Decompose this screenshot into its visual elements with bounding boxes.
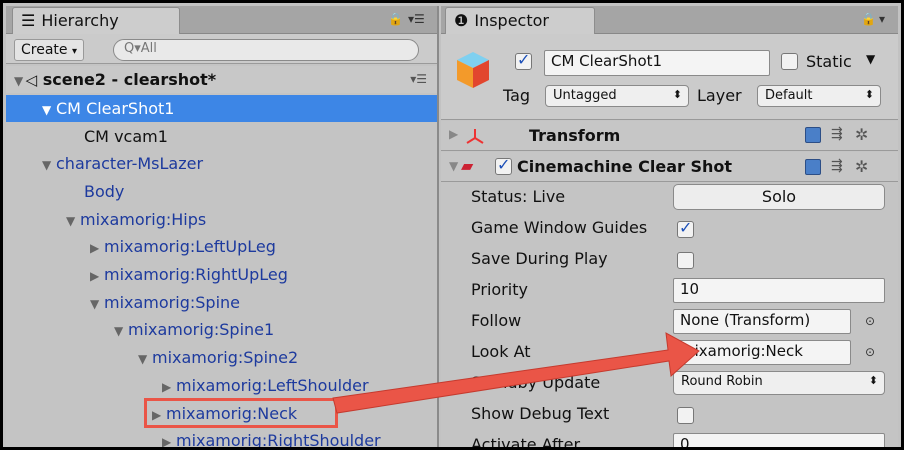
look-at-field[interactable]: mixamorig:Neck [673,340,851,365]
help-book-icon[interactable] [805,127,821,143]
static-dropdown-icon[interactable]: ▼ [866,52,875,66]
inspector-tabbar: ❶ Inspector 🔒 ▾ [441,6,898,34]
tag-label: Tag [503,86,531,105]
preset-sliders-icon[interactable]: ⇶ [831,158,843,174]
layer-dropdown[interactable]: Default ⬍ [757,85,881,107]
hierarchy-toolbar: Create ▾ Q▾All [6,34,437,64]
transform-axes-icon [466,129,484,144]
object-header: CM ClearShot1 Static ▼ Tag Untagged⬍ Lay… [441,34,898,120]
panel-menu-icon[interactable]: ▾☰ [408,12,425,26]
priority-label: Priority [471,280,528,299]
collapsed-arrow-icon[interactable]: ▶ [162,429,176,447]
component-enabled-checkbox[interactable] [495,155,512,175]
chevron-down-icon: ▾ [71,46,78,57]
priority-field[interactable]: 10 [673,278,885,303]
save-during-play-label: Save During Play [471,249,608,268]
camera-script-icon: ▰ [461,156,474,175]
solo-button[interactable]: Solo [673,184,885,210]
scene-row[interactable]: ▼ ◁ scene2 - clearshot* ▾☰ [6,66,437,93]
help-book-icon[interactable] [805,159,821,175]
object-picker-icon[interactable]: ⊙ [865,345,875,359]
clearshot-title: Cinemachine Clear Shot [517,157,732,176]
expand-arrow-icon[interactable]: ▼ [42,97,56,124]
expand-arrow-icon[interactable]: ▼ [449,159,458,173]
gameobject-cube-icon [457,52,489,88]
standby-update-label: Standby Update [471,373,601,392]
activate-after-label: Activate After [471,435,581,450]
highlight-box [144,398,338,428]
unity-scene-icon: ◁ [25,71,38,89]
collapsed-arrow-icon[interactable]: ▶ [90,263,104,290]
hierarchy-item-spine1[interactable]: ▼ mixamorig:Spine1 [6,316,437,343]
collapsed-arrow-icon[interactable]: ▶ [162,374,176,401]
object-name-field[interactable]: CM ClearShot1 [544,50,770,76]
hierarchy-item-cm-clearshot1[interactable]: ▼ CM ClearShot1 [6,95,437,122]
show-debug-text-checkbox[interactable] [677,407,694,424]
follow-label: Follow [471,311,522,330]
expand-arrow-icon[interactable]: ▼ [90,291,104,318]
layer-label: Layer [697,86,742,105]
hierarchy-item-rightupleg[interactable]: ▶ mixamorig:RightUpLeg [6,261,437,288]
dropdown-arrows-icon: ⬍ [672,88,682,101]
lock-icon[interactable]: 🔒 [388,12,403,26]
expand-arrow-icon[interactable]: ▼ [114,318,128,345]
hierarchy-item-cm-vcam1[interactable]: CM vcam1 [6,123,437,150]
expand-arrow-icon[interactable]: ▼ [66,208,80,235]
lock-icon[interactable]: 🔒 [861,12,876,26]
hierarchy-item-rightshoulder[interactable]: ▶ mixamorig:RightShoulder [6,427,437,447]
game-window-guides-checkbox[interactable] [677,218,694,238]
hierarchy-item-hips[interactable]: ▼ mixamorig:Hips [6,206,437,233]
transform-header[interactable]: ▶ Transform ⇶ ✲ [441,121,898,151]
gear-icon[interactable]: ✲ [855,157,868,176]
tab-hierarchy[interactable]: ☰ Hierarchy [12,7,180,34]
clearshot-header[interactable]: ▼ ▰ Cinemachine Clear Shot ⇶ ✲ [441,152,898,182]
list-icon: ☰ [21,11,36,30]
preset-sliders-icon[interactable]: ⇶ [831,126,843,142]
panel-menu-icon[interactable]: ▾ [879,12,885,26]
expand-arrow-icon[interactable]: ▼ [42,152,56,179]
editor-window: ☰ Hierarchy 🔒 ▾☰ Create ▾ Q▾All ▼ ◁ scene… [0,0,904,450]
hierarchy-item-body[interactable]: Body [6,178,437,205]
hierarchy-item-spine[interactable]: ▼ mixamorig:Spine [6,289,437,316]
static-checkbox[interactable] [781,53,798,70]
collapsed-arrow-icon[interactable]: ▶ [449,127,458,141]
follow-field[interactable]: None (Transform) [673,309,851,334]
collapsed-arrow-icon[interactable]: ▶ [90,235,104,262]
hierarchy-item-character[interactable]: ▼ character-MsLazer [6,150,437,177]
expand-arrow-icon[interactable]: ▼ [138,346,152,373]
hierarchy-search-input[interactable]: Q▾All [113,39,419,61]
dropdown-arrows-icon: ⬍ [864,88,874,101]
hierarchy-tabbar: ☰ Hierarchy 🔒 ▾☰ [6,6,437,34]
standby-update-dropdown[interactable]: Round Robin ⬍ [673,371,885,395]
gear-icon[interactable]: ✲ [855,125,868,144]
save-during-play-checkbox[interactable] [677,252,694,269]
tag-dropdown[interactable]: Untagged ⬍ [545,85,689,107]
hierarchy-item-leftshoulder[interactable]: ▶ mixamorig:LeftShoulder [6,372,437,399]
active-checkbox[interactable] [515,50,532,70]
tab-inspector[interactable]: ❶ Inspector [445,7,595,34]
hierarchy-item-spine2[interactable]: ▼ mixamorig:Spine2 [6,344,437,371]
status-label: Status: Live [471,187,566,206]
create-dropdown[interactable]: Create ▾ [14,39,85,61]
object-picker-icon[interactable]: ⊙ [865,314,875,328]
look-at-label: Look At [471,342,531,361]
inspector-panel: ❶Inspector 🔒 ▾ CM ClearShot1 Static ▼ Ta… [441,6,898,450]
expand-arrow-icon[interactable]: ▼ [6,68,23,95]
activate-after-field[interactable]: 0 [673,433,885,447]
hierarchy-item-leftupleg[interactable]: ▶ mixamorig:LeftUpLeg [6,233,437,260]
static-label: Static [806,52,852,71]
hierarchy-panel: ☰ Hierarchy 🔒 ▾☰ Create ▾ Q▾All ▼ ◁ scene… [6,6,439,447]
transform-title: Transform [529,126,621,145]
show-debug-text-label: Show Debug Text [471,404,610,423]
game-window-guides-label: Game Window Guides [471,218,648,237]
info-icon: ❶ [454,11,469,30]
dropdown-arrows-icon: ⬍ [868,374,878,387]
scene-menu-icon[interactable]: ▾☰ [410,66,427,93]
